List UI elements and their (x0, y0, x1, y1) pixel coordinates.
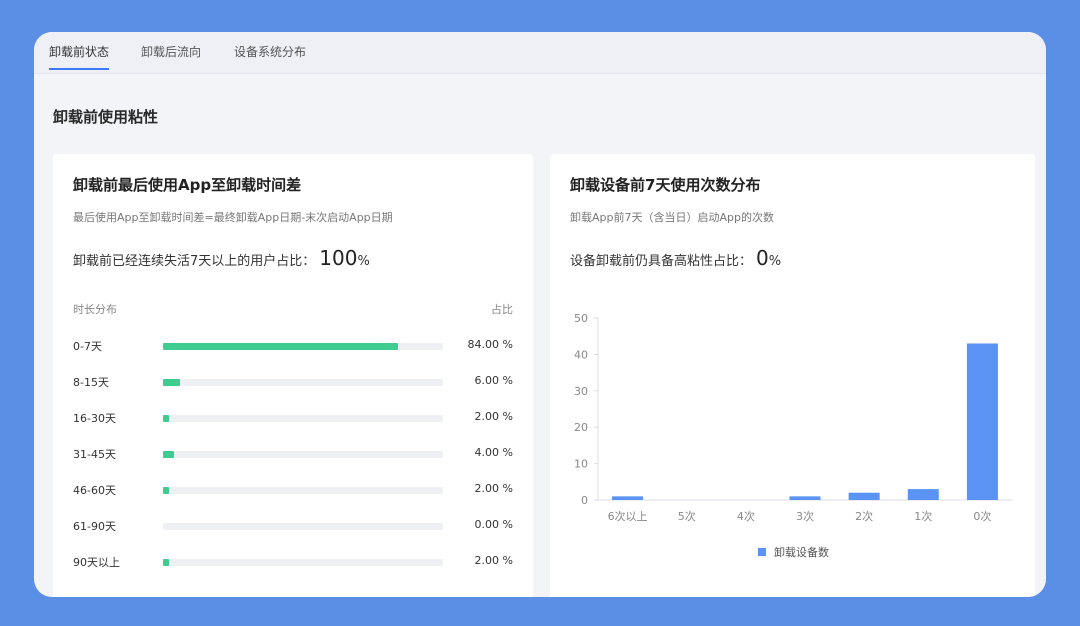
progress-fill (163, 415, 169, 422)
y-tick-label: 10 (574, 458, 588, 471)
bar (612, 496, 644, 500)
stat-unit: % (357, 254, 370, 269)
app-window: 卸载前状态 卸载后流向 设备系统分布 卸载前使用粘性 卸载前最后使用App至卸载… (34, 32, 1046, 597)
row-value: 84.00 % (467, 338, 513, 351)
progress-track (163, 415, 443, 422)
high-stickiness-stat: 设备卸载前仍具备高粘性占比： 0% (570, 246, 781, 270)
column-header-ratio: 占比 (491, 303, 513, 316)
legend-swatch (758, 548, 766, 556)
stat-label: 卸载前已经连续失活7天以上的用户占比： (73, 254, 316, 269)
stat-value: 100 (319, 246, 358, 270)
progress-track (163, 451, 443, 458)
row-value: 2.00 % (474, 554, 513, 567)
row-label: 16-30天 (73, 412, 116, 425)
card-subtitle: 卸载App前7天（含当日）启动App的次数 (570, 211, 774, 224)
legend-label: 卸载设备数 (774, 546, 829, 559)
row-label: 31-45天 (73, 448, 116, 461)
card-subtitle: 最后使用App至卸载时间差=最终卸载App日期-末次启动App日期 (73, 211, 393, 224)
section-title: 卸载前使用粘性 (53, 108, 159, 126)
bar (966, 343, 998, 500)
progress-track (163, 343, 443, 350)
progress-fill (163, 379, 180, 386)
row-label: 61-90天 (73, 520, 116, 533)
progress-fill (163, 343, 399, 350)
bar (789, 496, 821, 500)
usage-count-bar-chart: 0 10 20 30 40 50 6次以上 5次 4次 3次 2次 1次 0次 (574, 312, 1012, 523)
row-label: 46-60天 (73, 484, 116, 497)
progress-track (163, 379, 443, 386)
tab-device-os-distribution[interactable]: 设备系统分布 (234, 43, 306, 60)
row-label: 8-15天 (73, 376, 109, 389)
active-tab-indicator (49, 68, 109, 70)
progress-track (163, 523, 443, 530)
row-value: 6.00 % (474, 374, 513, 387)
y-tick-label: 0 (581, 494, 588, 507)
tab-post-uninstall-flow[interactable]: 卸载后流向 (141, 43, 201, 60)
list-item: 31-45天 4.00 % (53, 444, 533, 464)
column-header-duration: 时长分布 (73, 303, 117, 316)
x-tick-label: 2次 (855, 509, 873, 523)
usage-count-card: 卸载设备前7天使用次数分布 卸载App前7天（含当日）启动App的次数 设备卸载… (550, 154, 1035, 597)
stat-unit: % (768, 254, 782, 269)
x-tick-label: 3次 (796, 509, 814, 523)
list-item: 90天以上 2.00 % (53, 552, 533, 572)
row-label: 0-7天 (73, 340, 102, 353)
x-tick-label: 5次 (678, 509, 696, 523)
list-item: 16-30天 2.00 % (53, 408, 533, 428)
stat-label: 设备卸载前仍具备高粘性占比： (570, 254, 753, 269)
list-item: 46-60天 2.00 % (53, 480, 533, 500)
bar (907, 489, 939, 500)
progress-track (163, 559, 443, 566)
tab-pre-uninstall-status[interactable]: 卸载前状态 (49, 43, 109, 60)
x-tick-label: 4次 (737, 509, 755, 523)
card-title: 卸载前最后使用App至卸载时间差 (73, 176, 302, 194)
row-value: 2.00 % (474, 410, 513, 423)
list-item: 0-7天 84.00 % (53, 336, 533, 356)
y-tick-label: 50 (574, 312, 588, 325)
list-item: 8-15天 6.00 % (53, 372, 533, 392)
y-tick-label: 40 (574, 348, 588, 361)
x-tick-label: 6次以上 (608, 509, 648, 523)
progress-track (163, 487, 443, 494)
row-label: 90天以上 (73, 556, 120, 569)
row-value: 2.00 % (474, 482, 513, 495)
progress-fill (163, 451, 175, 458)
last-use-gap-card: 卸载前最后使用App至卸载时间差 最后使用App至卸载时间差=最终卸载App日期… (53, 154, 533, 597)
stat-value: 0 (756, 246, 769, 270)
y-tick-label: 20 (574, 421, 588, 434)
progress-fill (163, 559, 169, 566)
y-tick-label: 30 (574, 385, 588, 398)
row-value: 4.00 % (474, 446, 513, 459)
bar (848, 492, 880, 500)
row-value: 0.00 % (474, 518, 513, 531)
progress-fill (163, 487, 169, 494)
card-title: 卸载设备前7天使用次数分布 (570, 176, 761, 194)
x-tick-label: 1次 (914, 509, 932, 523)
inactive-ratio-stat: 卸载前已经连续失活7天以上的用户占比： 100% (73, 246, 370, 270)
chart-legend[interactable]: 卸载设备数 (758, 544, 829, 560)
x-tick-label: 0次 (973, 509, 991, 523)
tab-bar: 卸载前状态 卸载后流向 设备系统分布 (34, 32, 1046, 74)
list-item: 61-90天 0.00 % (53, 516, 533, 536)
